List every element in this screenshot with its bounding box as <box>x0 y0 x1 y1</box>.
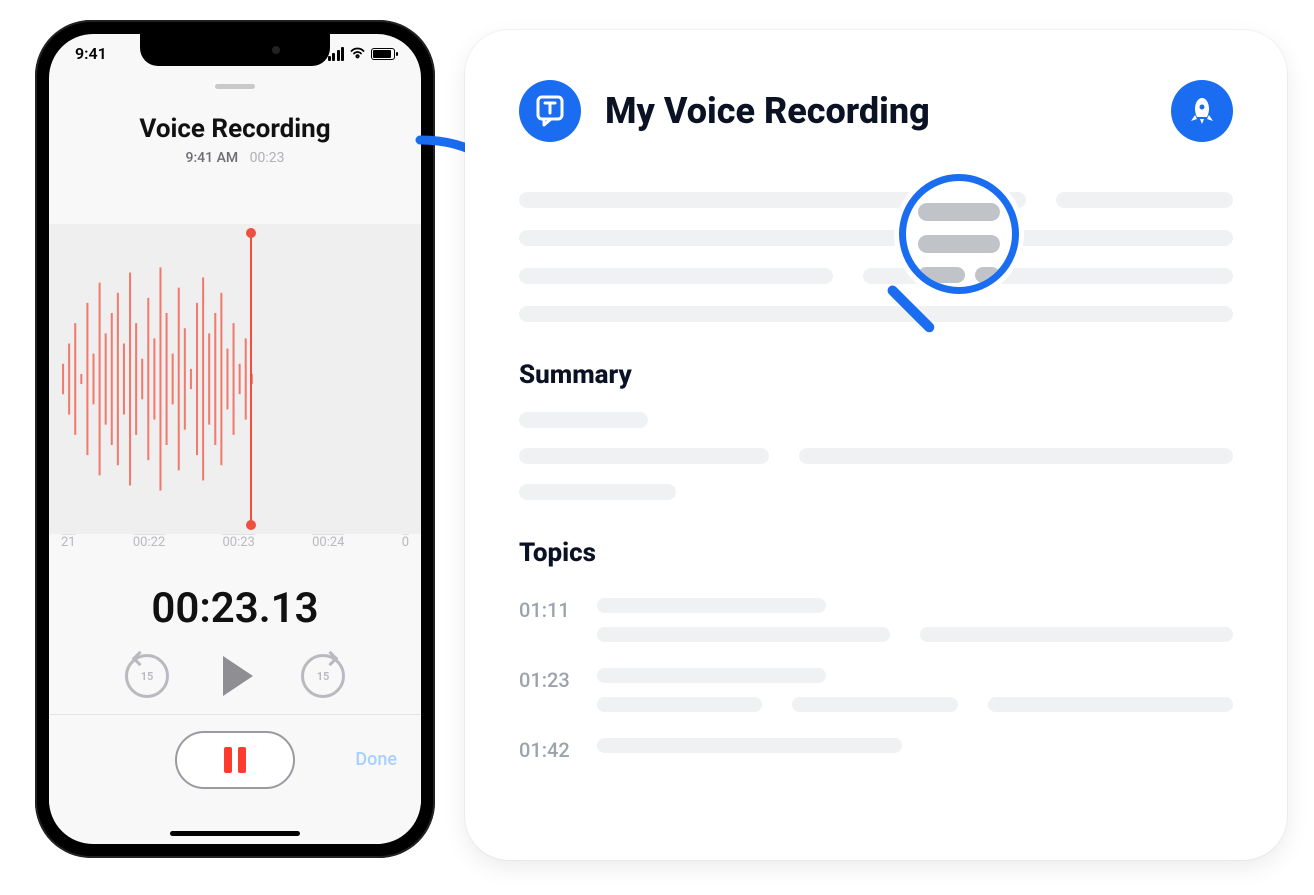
skeleton-line <box>519 448 769 464</box>
recording-start-time: 9:41 AM <box>186 150 239 166</box>
topic-row[interactable]: 01:23 <box>519 668 1233 712</box>
recording-title: Voice Recording <box>49 114 421 144</box>
skeleton-line <box>597 697 762 712</box>
skeleton-line <box>597 668 826 683</box>
sheet-grab-handle[interactable] <box>215 84 255 89</box>
waveform-area[interactable] <box>49 224 421 534</box>
rocket-button[interactable] <box>1171 80 1233 142</box>
topic-timestamp: 01:23 <box>519 668 573 692</box>
topic-content <box>597 738 1233 753</box>
card-header: My Voice Recording <box>519 80 1233 142</box>
recording-subtitle: 9:41 AM 00:23 <box>49 150 421 166</box>
timeline-ruler: 21 00:22 00:23 00:24 0 <box>49 534 421 564</box>
skeleton-line <box>519 484 676 500</box>
phone-notch <box>140 34 330 66</box>
ruler-tick: 0 <box>402 534 409 564</box>
topics-list: 01:11 01:23 01:42 <box>519 598 1233 762</box>
topic-timestamp: 01:11 <box>519 598 573 622</box>
topic-content <box>597 598 1233 642</box>
bottom-toolbar: Done <box>49 714 421 804</box>
status-indicators <box>328 44 396 63</box>
pause-button[interactable] <box>175 731 295 789</box>
skeleton-line <box>988 697 1233 712</box>
skeleton-line <box>597 627 890 642</box>
ruler-tick: 00:23 <box>222 534 254 564</box>
skeleton-line <box>597 738 902 753</box>
skeleton-line <box>799 448 1233 464</box>
topic-timestamp: 01:42 <box>519 738 573 762</box>
skeleton-line <box>519 230 1233 246</box>
playback-controls: 15 15 <box>49 654 421 698</box>
battery-icon <box>371 48 395 60</box>
play-button[interactable] <box>223 656 253 696</box>
skeleton-line <box>597 598 826 613</box>
topic-row[interactable]: 01:42 <box>519 738 1233 762</box>
topics-heading: Topics <box>519 538 1233 568</box>
ruler-tick: 21 <box>61 534 76 564</box>
pause-icon <box>238 747 246 773</box>
skip-back-button[interactable]: 15 <box>125 654 169 698</box>
phone-frame: 9:41 Voice Recording 9:41 AM 00:23 <box>35 20 435 858</box>
app-logo-icon <box>519 80 581 142</box>
transcript-preview <box>519 192 1233 322</box>
ruler-tick: 00:22 <box>133 534 165 564</box>
skeleton-line <box>920 627 1233 642</box>
elapsed-time: 00:23.13 <box>49 584 421 633</box>
skeleton-line <box>519 306 1233 322</box>
done-button[interactable]: Done <box>355 749 397 770</box>
home-indicator[interactable] <box>170 831 300 836</box>
skeleton-line <box>519 412 648 428</box>
skeleton-line <box>792 697 957 712</box>
phone-screen: 9:41 Voice Recording 9:41 AM 00:23 <box>49 34 421 844</box>
skip-forward-button[interactable]: 15 <box>301 654 345 698</box>
ruler-tick: 00:24 <box>312 534 344 564</box>
summary-heading: Summary <box>519 360 1233 390</box>
playhead-indicator[interactable] <box>250 230 252 528</box>
status-time: 9:41 <box>75 44 107 63</box>
topic-content <box>597 668 1233 712</box>
transcript-card: My Voice Recording Summary Topics <box>465 30 1287 860</box>
wifi-icon <box>349 44 366 63</box>
rocket-icon <box>1186 95 1218 127</box>
waveform-icon <box>59 242 421 516</box>
pause-icon <box>224 747 232 773</box>
skeleton-line <box>1056 192 1233 208</box>
card-title: My Voice Recording <box>605 90 930 132</box>
skeleton-line <box>519 268 833 284</box>
topic-row[interactable]: 01:11 <box>519 598 1233 642</box>
magnifier-icon <box>899 174 1019 294</box>
recording-duration: 00:23 <box>250 150 285 166</box>
summary-block <box>519 412 1233 500</box>
